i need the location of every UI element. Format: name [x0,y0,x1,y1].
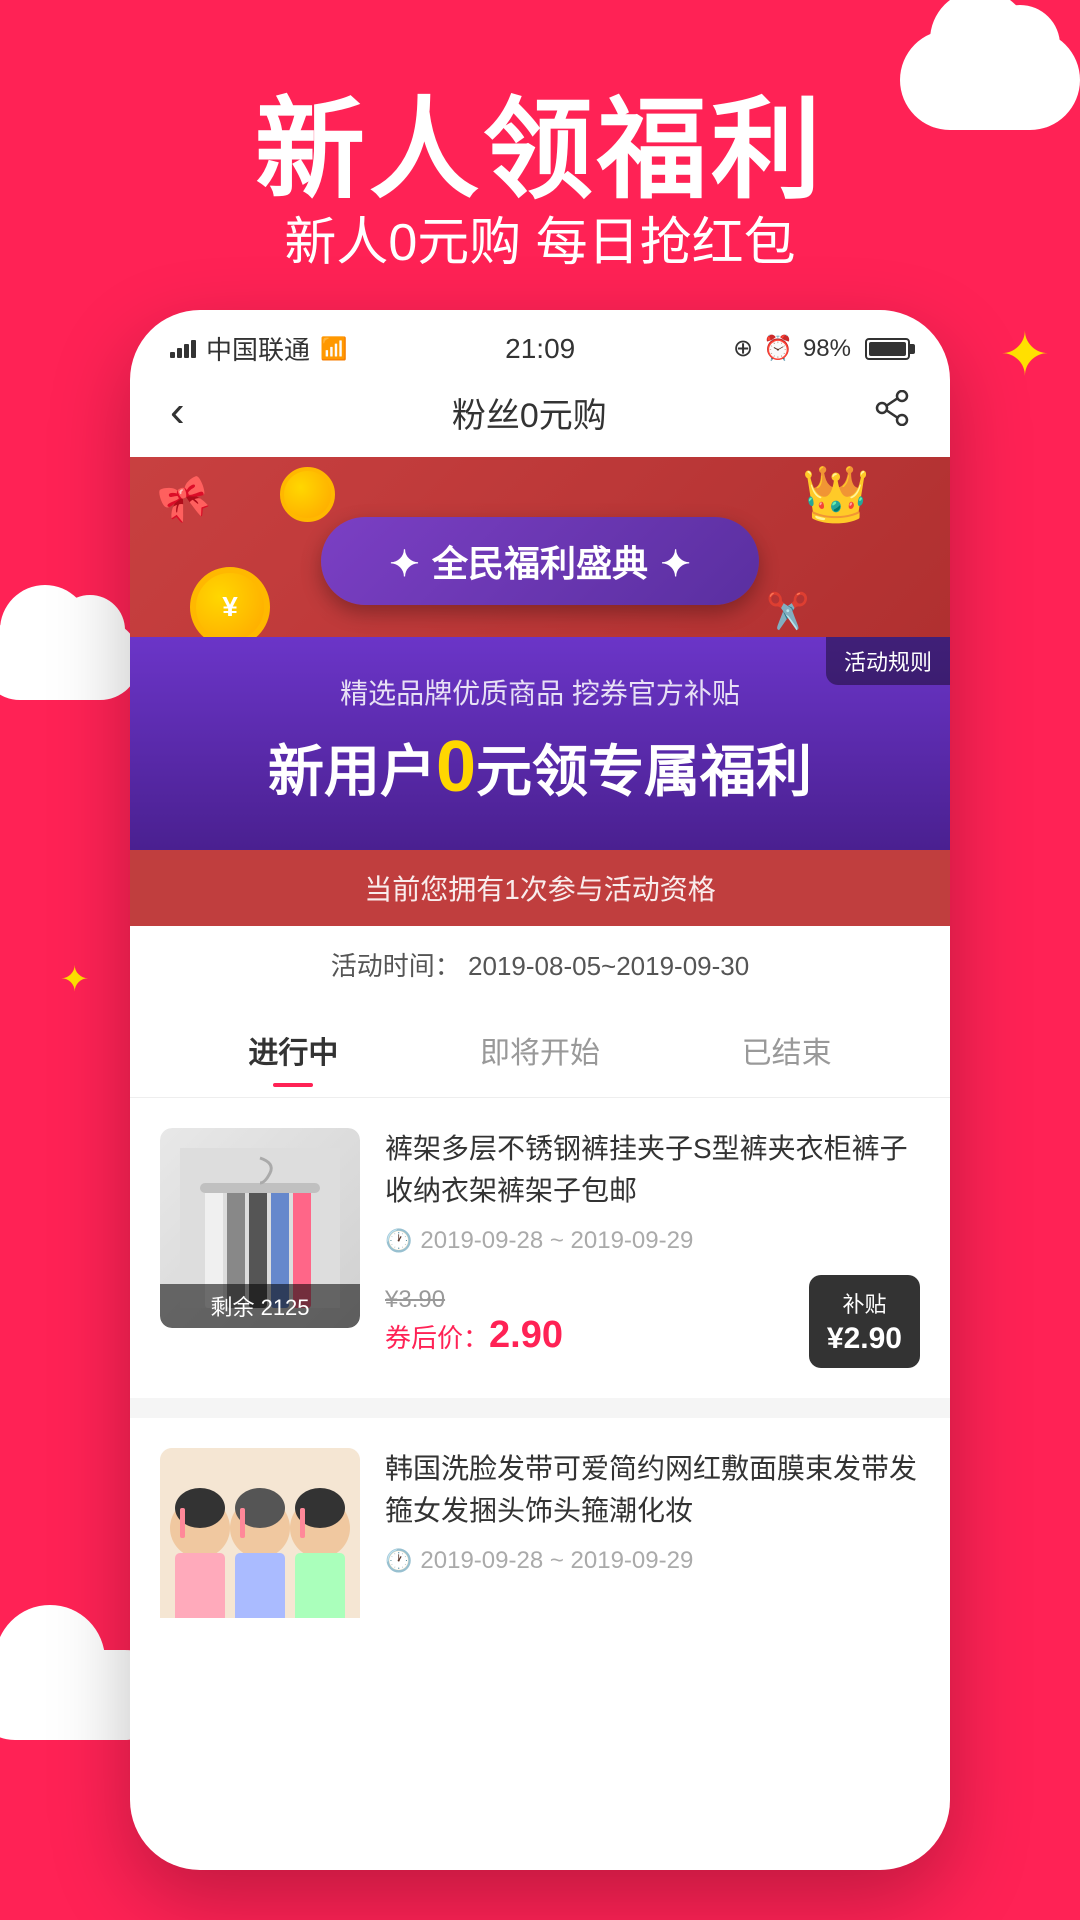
status-time: 21:09 [505,333,575,365]
deco-coin-top [280,467,335,522]
product-info-1: 裤架多层不锈钢裤挂夹子S型裤夹衣柜裤子收纳衣架裤架子包邮 🕐 2019-09-2… [385,1128,920,1368]
status-bar: 中国联通 📶 21:09 ⊕ ⏰ 98% [130,310,950,377]
event-header: 🎀 👑 ✦ 全民福利盛典 ✦ ✂️ [130,457,950,637]
coupon-price-1: 券后价：2.90 [385,1314,563,1357]
event-title-banner: ✦ 全民福利盛典 ✦ [321,517,758,605]
tab-in-progress[interactable]: 进行中 [170,1018,417,1082]
info-bar: 当前您拥有1次参与活动资格 [130,850,950,926]
deco-scissor: ✂️ [766,591,810,632]
product-title-1: 裤架多层不锈钢裤挂夹子S型裤夹衣柜裤子收纳衣架裤架子包邮 [385,1128,920,1212]
carrier-label: 中国联通 [206,330,310,367]
signal-bar-4 [191,340,196,358]
signal-bar-1 [170,352,175,358]
tab-ended[interactable]: 已结束 [663,1018,910,1082]
banner-area: 🎀 👑 ✦ 全民福利盛典 ✦ ✂️ 活动规则 精选品牌优质商品 挖券官方补贴 [130,457,950,1003]
back-button[interactable]: ‹ [170,387,185,437]
product-date-2: 🕐 2019-09-28 ~ 2019-09-29 [385,1547,920,1575]
promo-main-suffix: 元领专属福利 [476,740,812,803]
sparkle-mid-icon: ✦ [60,960,89,1000]
product-list: 剩余 2125 裤架多层不锈钢裤挂夹子S型裤夹衣柜裤子收纳衣架裤架子包邮 🕐 2… [130,1098,950,1618]
battery-percent: 98% [803,335,851,363]
battery-fill [869,342,906,356]
product-card-2[interactable]: 韩国洗脸发带可爱简约网红敷面膜束发带发箍女发捆头饰头箍潮化妆 🕐 2019-09… [130,1418,950,1618]
share-button[interactable] [874,390,910,435]
activity-rules-tag[interactable]: 活动规则 [826,637,950,685]
clock-icon-1: 🕐 [385,1228,412,1254]
sparkle-right: ✦ [660,543,690,584]
product-card-1[interactable]: 剩余 2125 裤架多层不锈钢裤挂夹子S型裤夹衣柜裤子收纳衣架裤架子包邮 🕐 2… [130,1098,950,1398]
price-info-1: ¥3.90 券后价：2.90 [385,1286,563,1357]
subsidy-button-1[interactable]: 补贴 ¥2.90 [809,1275,920,1368]
content-area: 🎀 👑 ✦ 全民福利盛典 ✦ ✂️ 活动规则 精选品牌优质商品 挖券官方补贴 [130,457,950,1870]
tabs-row: 进行中 即将开始 已结束 [130,1003,950,1098]
subsidy-label-1: 补贴 [827,1287,902,1319]
price-row-1: ¥3.90 券后价：2.90 补贴 ¥2.90 [385,1275,920,1368]
hero-title: 新人领福利 [0,60,1080,220]
signal-bars-icon [170,340,196,358]
tab-upcoming[interactable]: 即将开始 [417,1018,664,1082]
status-left: 中国联通 📶 [170,330,347,367]
sparkle-left: ✦ [389,543,419,584]
hero-subtitle: 新人0元购 每日抢红包 [0,200,1080,275]
promo-subtitle: 精选品牌优质商品 挖券官方补贴 [170,672,910,712]
original-price-1: ¥3.90 [385,1286,563,1314]
clock-icon-2: 🕐 [385,1548,412,1574]
subsidy-price-1: ¥2.90 [827,1322,902,1355]
hairband-thumbnail [160,1448,360,1618]
promo-main-prefix: 新用户 [268,740,436,803]
promo-block: 活动规则 精选品牌优质商品 挖券官方补贴 新用户0元领专属福利 [130,637,950,850]
event-title-text: 全民福利盛典 [432,543,648,584]
product-image-1: 剩余 2125 [160,1128,360,1328]
time-range: 2019-08-05~2019-09-30 [468,951,749,981]
deco-gift-left: 🎀 [153,470,216,531]
top-nav: ‹ 粉丝0元购 [130,377,950,457]
product-image-2 [160,1448,360,1618]
signal-bar-3 [184,344,189,358]
product-date-1: 🕐 2019-09-28 ~ 2019-09-29 [385,1227,920,1255]
date-range-2: 2019-09-28 ~ 2019-09-29 [420,1547,693,1575]
promo-zero: 0 [436,727,476,807]
wifi-icon: 📶 [320,336,347,362]
phone-mockup: 中国联通 📶 21:09 ⊕ ⏰ 98% ‹ 粉丝0元购 [130,310,950,1870]
deco-coin-bottom [190,567,270,647]
sparkle-top-right-icon: ✦ [1000,320,1050,390]
deco-crown-right: 👑 [802,462,870,527]
product-title-2: 韩国洗脸发带可爱简约网红敷面膜束发带发箍女发捆头饰头箍潮化妆 [385,1448,920,1532]
product-info-2: 韩国洗脸发带可爱简约网红敷面膜束发带发箍女发捆头饰头箍潮化妆 🕐 2019-09… [385,1448,920,1595]
time-label: 活动时间： [331,951,461,981]
alarm-icon: ⏰ [763,334,793,363]
remaining-badge: 剩余 2125 [160,1284,360,1328]
cloud-mid-left [0,620,140,700]
clock-status-icon: ⊕ [733,334,753,363]
hanger-thumbnail: 剩余 2125 [160,1128,360,1328]
time-bar: 活动时间： 2019-08-05~2019-09-30 [130,926,950,1003]
status-right: ⊕ ⏰ 98% [733,334,910,363]
promo-main-text: 新用户0元领专属福利 [170,724,910,810]
date-range-1: 2019-09-28 ~ 2019-09-29 [420,1227,693,1255]
coupon-amount-1: 2.90 [489,1314,563,1356]
signal-bar-2 [177,348,182,358]
page-title: 粉丝0元购 [452,388,607,437]
battery-icon [865,338,910,360]
